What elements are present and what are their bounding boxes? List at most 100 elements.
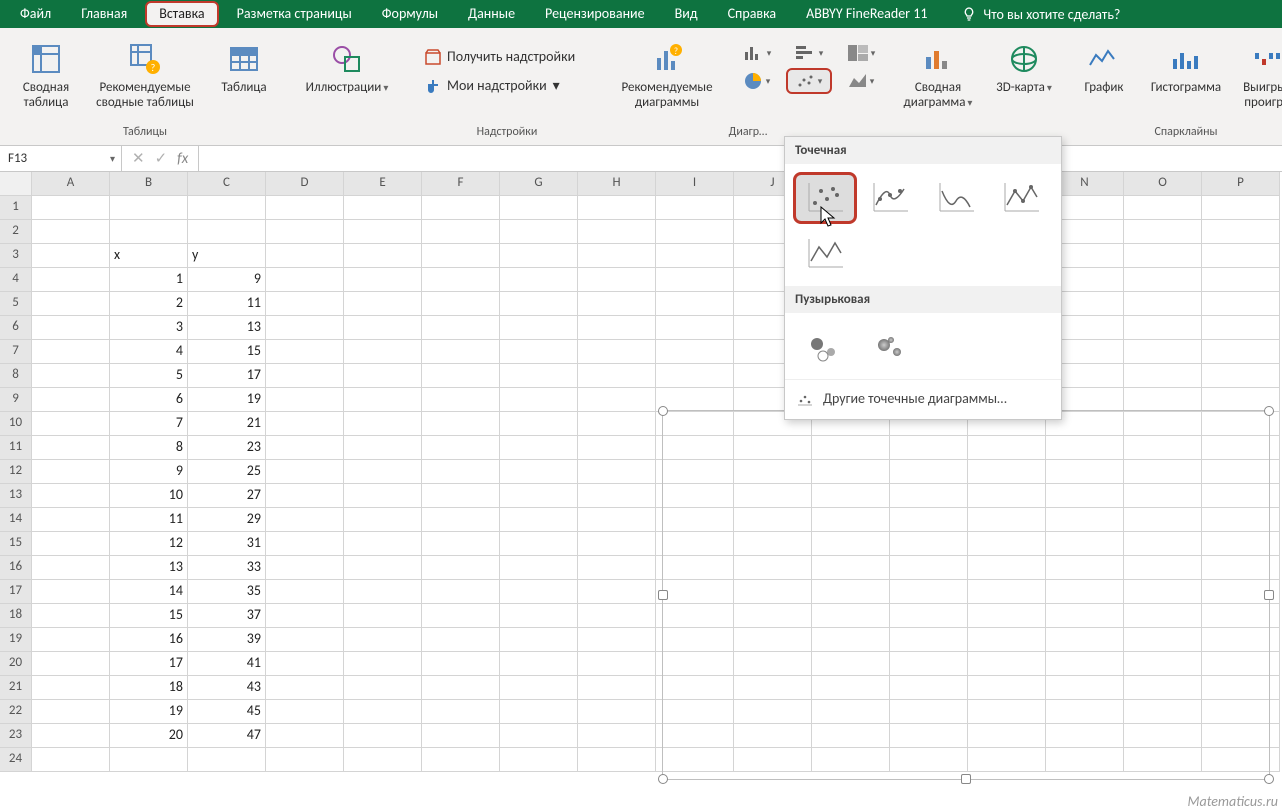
cell[interactable] [344, 676, 422, 700]
scatter-smooth-option[interactable] [926, 174, 986, 222]
hierarchy-chart-button[interactable]: ▾ [838, 40, 884, 66]
cell[interactable] [500, 460, 578, 484]
column-header[interactable]: H [578, 172, 656, 196]
name-box[interactable]: F13 ▾ [0, 146, 122, 171]
cell[interactable]: 4 [110, 340, 188, 364]
sparkline-winloss-button[interactable]: Выигрыц проигры [1236, 36, 1282, 114]
cell[interactable] [266, 628, 344, 652]
cell[interactable] [32, 268, 110, 292]
cell[interactable] [422, 460, 500, 484]
tab-help[interactable]: Справка [716, 1, 789, 27]
scatter-lines-option[interactable] [795, 230, 855, 278]
cell[interactable] [344, 652, 422, 676]
cell[interactable] [266, 748, 344, 772]
cell[interactable] [578, 508, 656, 532]
cell[interactable] [578, 604, 656, 628]
cell[interactable] [110, 196, 188, 220]
row-header[interactable]: 16 [0, 556, 32, 580]
column-header[interactable]: B [110, 172, 188, 196]
cell[interactable] [578, 628, 656, 652]
more-scatter-charts-option[interactable]: Другие точечные диаграммы… [785, 379, 1061, 417]
cell[interactable] [32, 652, 110, 676]
cell[interactable] [344, 196, 422, 220]
cell[interactable] [656, 292, 734, 316]
cell[interactable] [32, 340, 110, 364]
cell[interactable] [32, 556, 110, 580]
cell[interactable] [1124, 292, 1202, 316]
cell[interactable] [578, 316, 656, 340]
cell[interactable] [266, 532, 344, 556]
cell[interactable] [266, 364, 344, 388]
cell[interactable] [1124, 196, 1202, 220]
column-header[interactable]: O [1124, 172, 1202, 196]
tab-formulas[interactable]: Формулы [370, 1, 450, 27]
cell[interactable] [32, 604, 110, 628]
cell[interactable] [1202, 268, 1280, 292]
cell[interactable] [500, 388, 578, 412]
cell[interactable] [1202, 220, 1280, 244]
row-header[interactable]: 3 [0, 244, 32, 268]
enter-icon[interactable]: ✓ [155, 149, 168, 168]
cell[interactable] [422, 724, 500, 748]
cell[interactable] [578, 220, 656, 244]
cell[interactable] [266, 316, 344, 340]
cell[interactable]: 16 [110, 628, 188, 652]
cell[interactable]: 47 [188, 724, 266, 748]
column-header[interactable]: C [188, 172, 266, 196]
cell[interactable] [344, 412, 422, 436]
column-chart-button[interactable]: ▾ [734, 40, 780, 66]
cell[interactable] [578, 292, 656, 316]
cell[interactable] [344, 604, 422, 628]
embedded-chart-object[interactable] [662, 410, 1270, 780]
row-header[interactable]: 1 [0, 196, 32, 220]
cell[interactable] [1124, 268, 1202, 292]
column-header[interactable]: E [344, 172, 422, 196]
cancel-icon[interactable]: ✕ [132, 149, 145, 168]
cell[interactable] [422, 436, 500, 460]
select-all-corner[interactable] [0, 172, 32, 196]
row-header[interactable]: 15 [0, 532, 32, 556]
tab-view[interactable]: Вид [663, 1, 710, 27]
cell[interactable] [1202, 364, 1280, 388]
cell[interactable] [1124, 220, 1202, 244]
cell[interactable] [1202, 244, 1280, 268]
cell[interactable] [32, 724, 110, 748]
row-header[interactable]: 4 [0, 268, 32, 292]
resize-handle[interactable] [1264, 406, 1274, 416]
cell[interactable] [578, 556, 656, 580]
cell[interactable] [344, 724, 422, 748]
cell[interactable] [344, 508, 422, 532]
cell[interactable] [1202, 196, 1280, 220]
row-header[interactable]: 11 [0, 436, 32, 460]
cell[interactable] [578, 196, 656, 220]
cell[interactable]: 37 [188, 604, 266, 628]
cell[interactable]: 17 [188, 364, 266, 388]
cell[interactable] [422, 196, 500, 220]
cell[interactable] [500, 676, 578, 700]
cell[interactable] [32, 700, 110, 724]
tab-review[interactable]: Рецензирование [533, 1, 657, 27]
cell[interactable] [1124, 340, 1202, 364]
cell[interactable] [344, 364, 422, 388]
resize-handle[interactable] [658, 774, 668, 784]
column-header[interactable]: P [1202, 172, 1280, 196]
cell[interactable] [266, 388, 344, 412]
cell[interactable]: 6 [110, 388, 188, 412]
cell[interactable] [578, 460, 656, 484]
bubble-option[interactable] [795, 323, 855, 371]
row-header[interactable]: 14 [0, 508, 32, 532]
cell[interactable]: 31 [188, 532, 266, 556]
cell[interactable] [578, 748, 656, 772]
cell[interactable] [1202, 292, 1280, 316]
tab-data[interactable]: Данные [456, 1, 527, 27]
row-header[interactable]: 21 [0, 676, 32, 700]
cell[interactable] [344, 268, 422, 292]
cell[interactable] [656, 220, 734, 244]
cell[interactable] [578, 724, 656, 748]
cell[interactable] [656, 196, 734, 220]
cell[interactable]: 39 [188, 628, 266, 652]
cell[interactable]: 2 [110, 292, 188, 316]
cell[interactable] [500, 364, 578, 388]
cell[interactable] [500, 604, 578, 628]
cell[interactable] [32, 196, 110, 220]
